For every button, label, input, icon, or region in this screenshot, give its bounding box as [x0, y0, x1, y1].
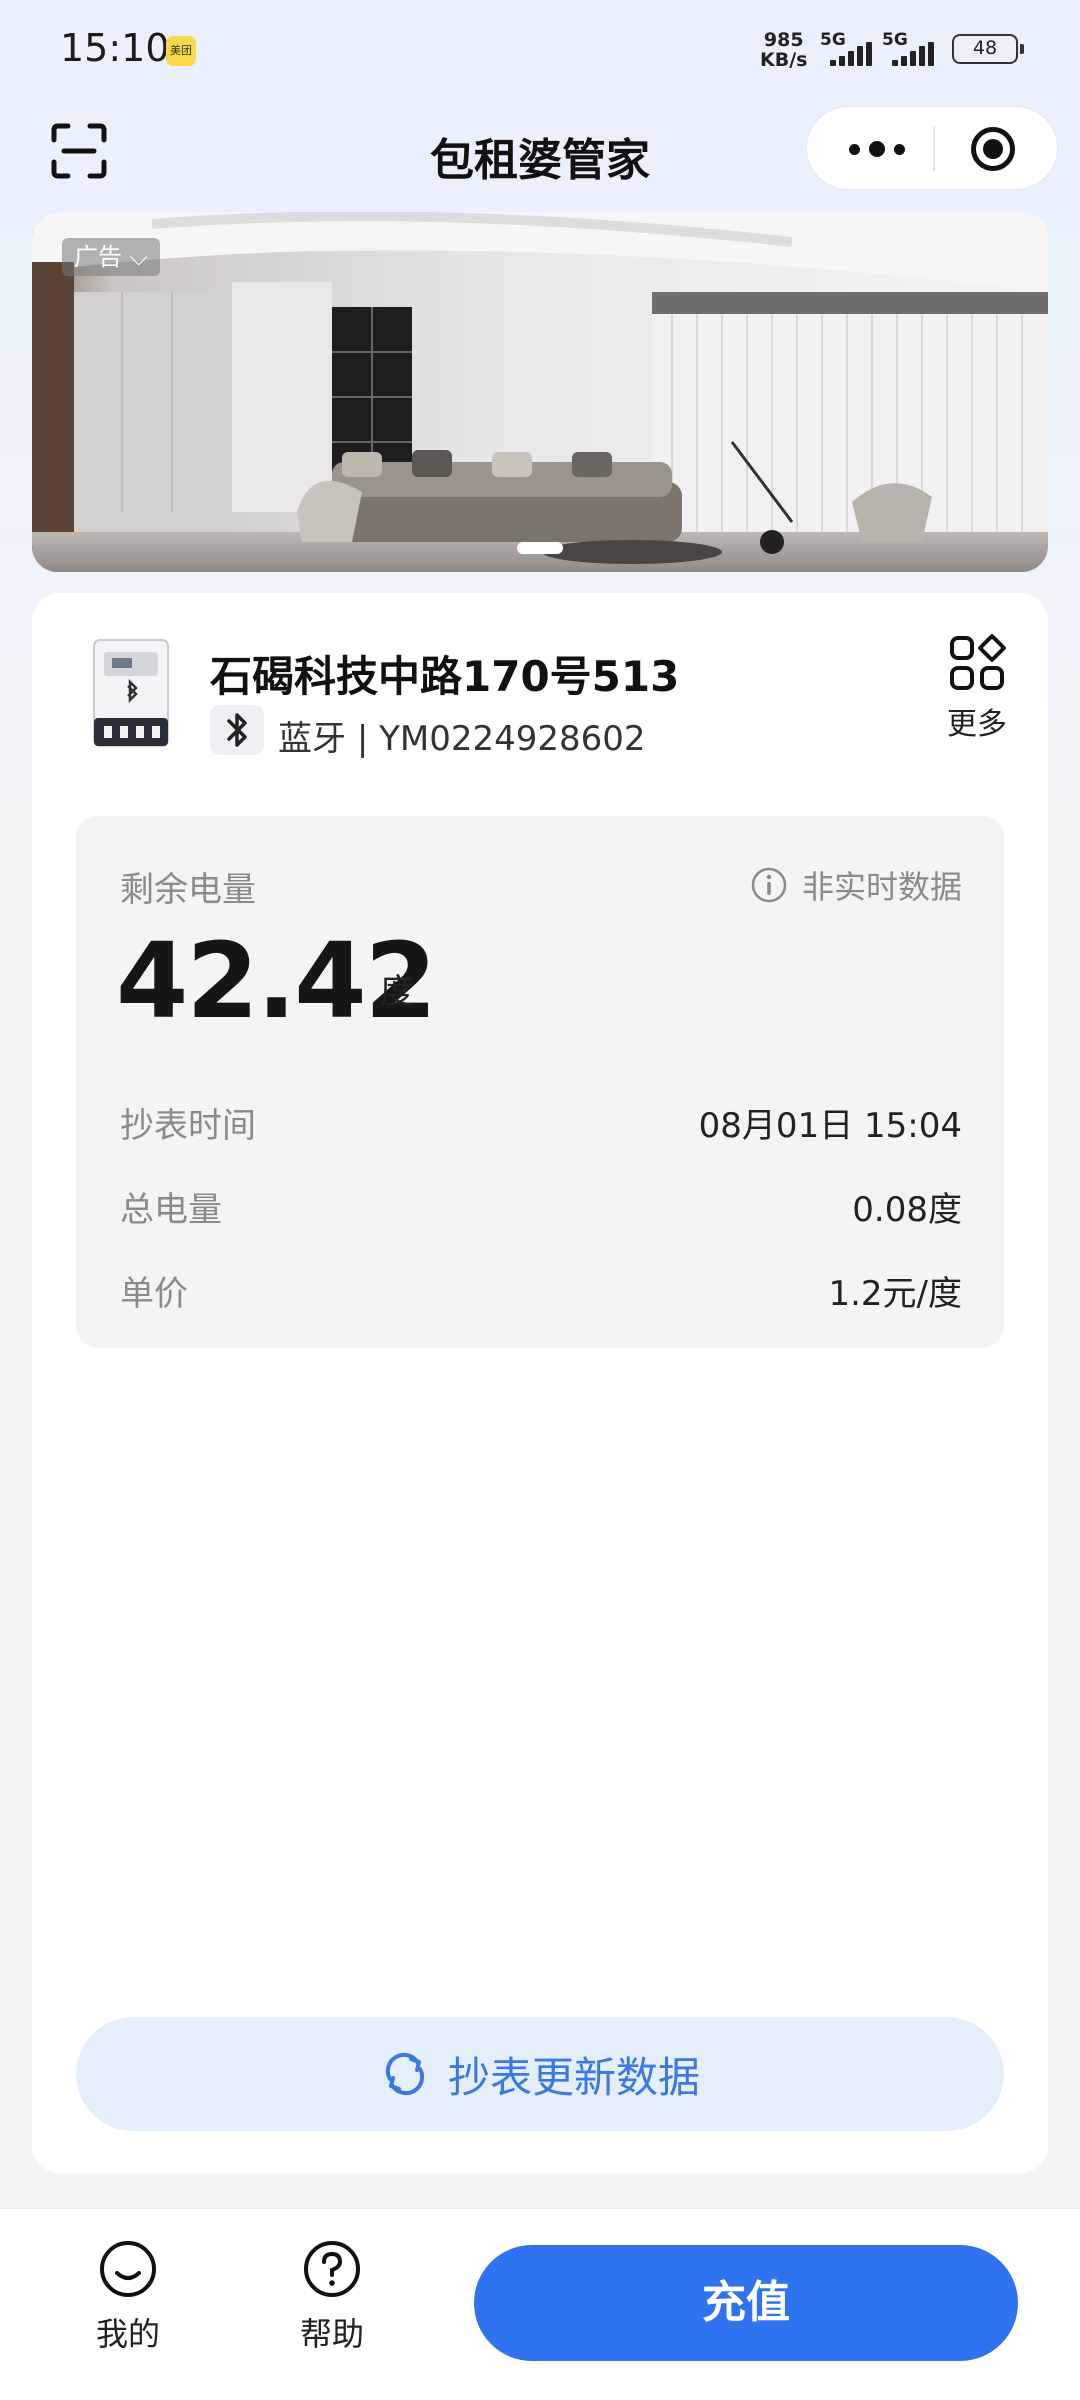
refresh-data-button[interactable]: 抄表更新数据 — [76, 2017, 1004, 2131]
device-card: 石碣科技中路170号513 蓝牙 | YM0224928602 更多 剩余电量 — [32, 593, 1048, 2173]
read-time-label: 抄表时间 — [120, 1106, 256, 1146]
more-label: 更多 — [947, 707, 1007, 742]
bluetooth-icon — [210, 705, 264, 755]
ad-tag[interactable]: 广告 ⌵ — [62, 238, 160, 276]
refresh-icon — [385, 2052, 425, 2096]
total-usage-value: 0.08度 — [852, 1190, 962, 1230]
battery-icon: 48 — [952, 34, 1024, 64]
refresh-data-label: 抄表更新数据 — [447, 2052, 700, 2102]
more-dots-icon[interactable] — [843, 127, 913, 171]
nav-bar: 包租婆管家 — [0, 100, 1080, 200]
banner-indicator — [517, 542, 563, 554]
more-button[interactable]: 更多 — [932, 633, 1022, 743]
ad-banner[interactable]: 广告 ⌵ — [32, 212, 1048, 572]
info-icon — [751, 867, 787, 903]
grid-icon — [950, 634, 1006, 690]
signal-1-icon: 5G — [820, 30, 884, 66]
remain-label: 剩余电量 — [120, 870, 256, 910]
status-time: 15:10 — [60, 26, 170, 70]
smile-icon — [100, 2241, 156, 2297]
unit-price-value: 1.2元/度 — [828, 1274, 962, 1314]
tab-mine-label: 我的 — [95, 2315, 160, 2353]
realtime-note-text: 非实时数据 — [801, 868, 962, 906]
tab-mine[interactable]: 我的 — [68, 2239, 188, 2355]
bottom-bar: 我的 帮助 充值 — [0, 2208, 1080, 2400]
device-connection-info: 蓝牙 | YM0224928602 — [278, 711, 646, 760]
network-speed-value: 985 — [763, 29, 804, 51]
status-bar: 15:10 美团 985 KB/s 5G 5G 48 — [0, 0, 1080, 100]
mini-program-capsule — [806, 106, 1058, 190]
realtime-note[interactable]: 非实时数据 — [750, 862, 962, 908]
tab-help[interactable]: 帮助 — [272, 2239, 392, 2355]
capsule-divider — [933, 127, 935, 171]
device-address: 石碣科技中路170号513 — [210, 652, 680, 701]
close-target-icon[interactable] — [971, 127, 1015, 171]
device-serial: YM0224928602 — [379, 719, 646, 759]
electric-meter-icon — [92, 638, 170, 748]
meituan-badge-icon: 美团 — [166, 36, 196, 66]
read-time-value: 08月01日 15:04 — [698, 1106, 962, 1146]
recharge-button[interactable]: 充值 — [474, 2245, 1018, 2361]
living-room-ad-image — [32, 212, 1048, 572]
connection-type: 蓝牙 — [278, 719, 346, 759]
ad-tag-label: 广告 — [74, 243, 122, 271]
help-icon — [304, 2241, 360, 2297]
connection-separator: | — [356, 719, 369, 759]
remain-unit: 度 — [380, 972, 414, 1012]
signal-2-icon: 5G — [882, 30, 946, 66]
network-speed: 985 KB/s — [760, 30, 807, 70]
tab-help-label: 帮助 — [299, 2315, 364, 2353]
network-speed-unit: KB/s — [760, 49, 808, 71]
unit-price-label: 单价 — [120, 1274, 188, 1314]
total-usage-label: 总电量 — [120, 1190, 222, 1230]
meter-info-panel: 剩余电量 非实时数据 42.42 度 抄表时间 08月01日 15:04 总电量… — [76, 816, 1004, 1348]
